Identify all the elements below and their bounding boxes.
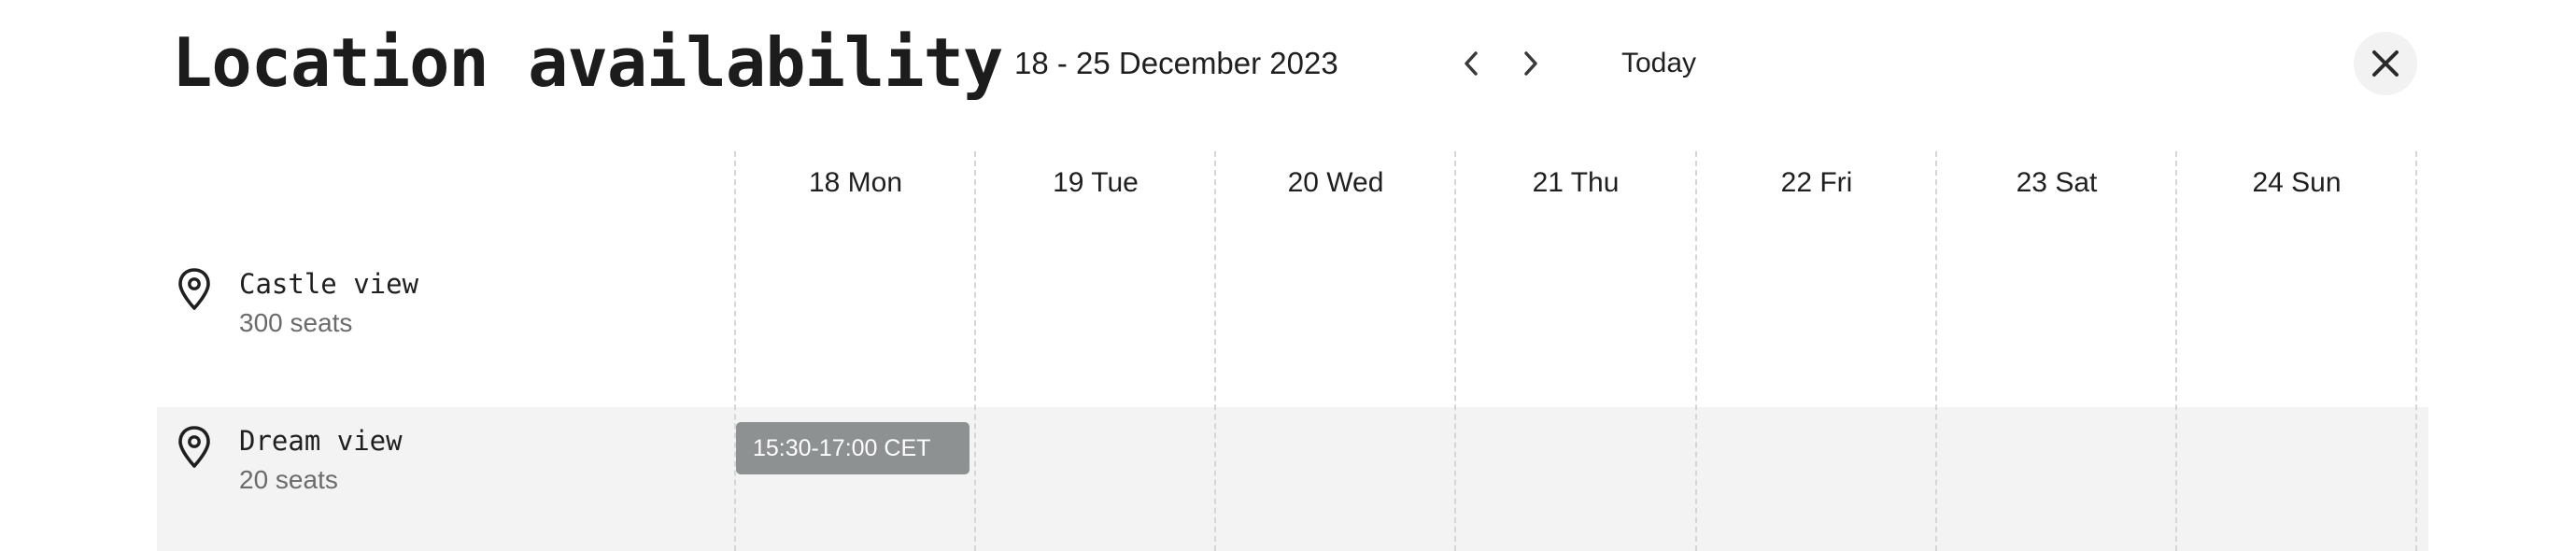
day-column-divider [1214,151,1216,551]
day-header-wed: 20 Wed [1287,167,1384,198]
day-column-divider [1935,151,1937,551]
day-header-sun: 24 Sun [2252,167,2342,198]
location-pin-icon [178,426,210,468]
day-header-tue: 19 Tue [1053,167,1139,198]
location-availability-dialog: Location availability 18 - 25 December 2… [0,0,2576,551]
day-column-divider [974,151,976,551]
day-column-divider [734,151,736,551]
today-button[interactable]: Today [1610,39,1707,88]
location-name: Dream view [239,425,403,457]
next-week-button[interactable] [1507,39,1555,88]
day-column-divider [1695,151,1697,551]
close-icon [2372,50,2399,77]
date-range-label: 18 - 25 December 2023 [1014,46,1338,80]
day-column-divider [2415,151,2417,551]
page-title: Location availability [172,23,1003,102]
day-column-divider [2175,151,2177,551]
location-name: Castle view [239,268,419,300]
chevron-right-icon [1524,51,1537,76]
chevron-left-icon [1465,51,1478,76]
day-header-sat: 23 Sat [2016,167,2098,198]
day-header-mon: 18 Mon [808,167,903,198]
close-button[interactable] [2354,32,2417,95]
day-header-fri: 22 Fri [1780,167,1853,198]
location-seats: 300 seats [239,308,353,337]
booking-block[interactable]: 15:30-17:00 CET [736,422,970,474]
location-row-highlight [157,407,2428,551]
location-seats: 20 seats [239,465,338,494]
day-column-divider [1454,151,1456,551]
day-header-thu: 21 Thu [1532,167,1620,198]
location-pin-icon [178,268,210,310]
previous-week-button[interactable] [1447,39,1495,88]
